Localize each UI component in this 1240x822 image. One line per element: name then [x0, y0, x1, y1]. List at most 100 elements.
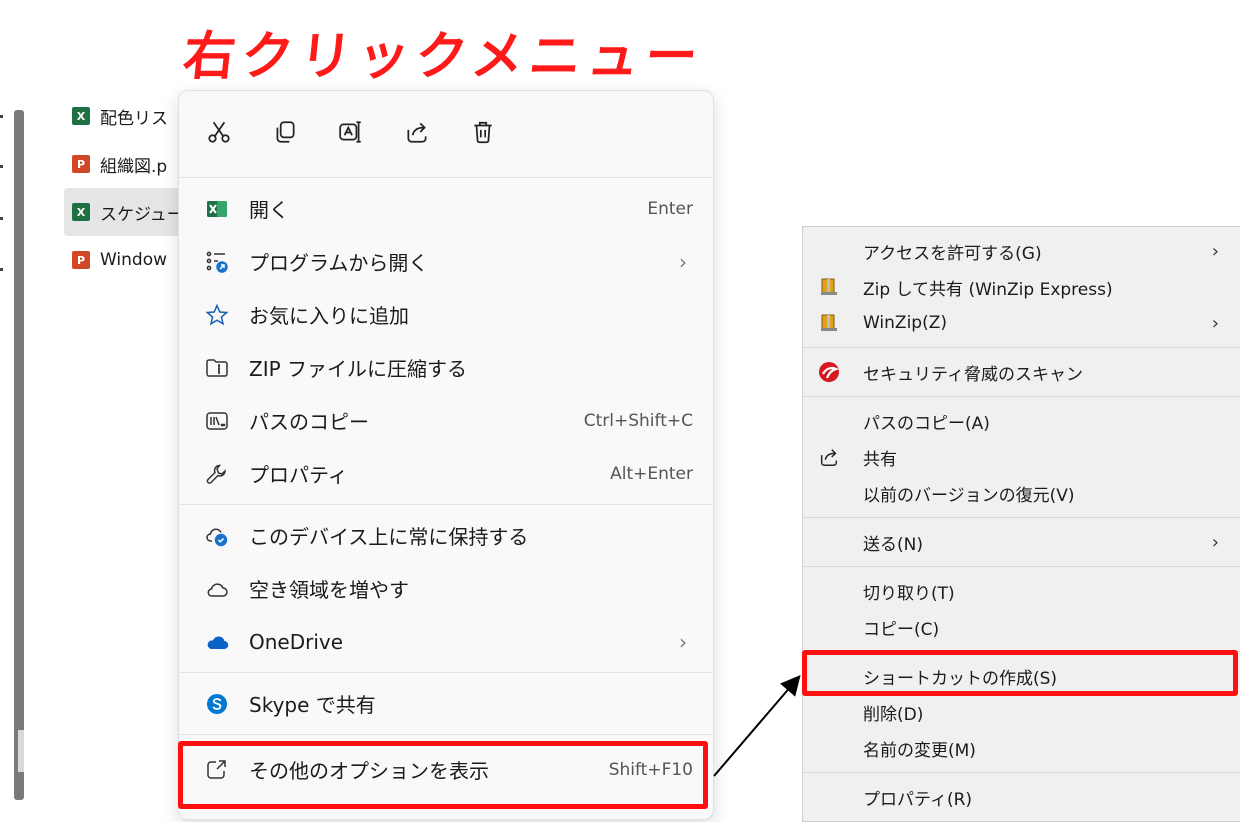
powerpoint-file-icon: P — [72, 251, 90, 269]
menu-item-free-space[interactable]: 空き領域を増やす — [179, 562, 713, 615]
excel-file-icon: X — [72, 203, 90, 221]
classic-item-send-to[interactable]: 送る(N) › — [803, 524, 1240, 560]
file-item-selected[interactable]: X スケジュー — [64, 188, 194, 236]
menu-item-label: 共有 — [863, 449, 897, 470]
menu-item-always-keep[interactable]: このデバイス上に常に保持する — [179, 509, 713, 562]
classic-item-cut[interactable]: 切り取り(T) — [803, 573, 1240, 609]
classic-item-copy[interactable]: コピー(C) — [803, 609, 1240, 645]
menu-item-compress-zip[interactable]: ZIP ファイルに圧縮する — [179, 341, 713, 394]
chevron-right-icon: › — [1211, 312, 1219, 334]
classic-item-share[interactable]: 共有 — [803, 439, 1240, 475]
chevron-right-icon: › — [679, 629, 687, 654]
share-icon — [407, 122, 427, 143]
open-with-icon — [203, 248, 231, 276]
menu-item-label: Zip して共有 (WinZip Express) — [863, 279, 1113, 300]
file-name: 配色リス — [100, 108, 168, 129]
classic-item-rename[interactable]: 名前の変更(M) — [803, 730, 1240, 766]
tree-chevron-icon — [0, 268, 3, 271]
menu-item-label: プログラムから開く — [249, 251, 429, 275]
excel-file-icon: X — [72, 107, 90, 125]
menu-item-label: ZIP ファイルに圧縮する — [249, 357, 468, 381]
shortcut-label: Alt+Enter — [610, 463, 693, 484]
menu-item-copy-path[interactable]: パスのコピー Ctrl+Shift+C — [179, 394, 713, 447]
copy-icon — [276, 121, 295, 143]
menu-item-label: 以前のバージョンの復元(V) — [863, 485, 1075, 506]
onedrive-icon — [203, 628, 231, 656]
menu-item-properties[interactable]: プロパティ Alt+Enter — [179, 447, 713, 500]
explorer-scrollbar[interactable] — [14, 110, 24, 800]
file-name: Window — [100, 250, 168, 270]
menu-item-label: アクセスを許可する(G) — [863, 243, 1042, 264]
file-item[interactable]: X 配色リス — [64, 92, 194, 140]
rename-button[interactable] — [333, 114, 369, 150]
shortcut-label: Ctrl+Shift+C — [583, 410, 693, 431]
menu-item-label: 切り取り(T) — [863, 583, 955, 604]
tree-chevron-icon — [0, 115, 3, 118]
chevron-right-icon: › — [1211, 531, 1219, 553]
menu-item-label: パスのコピー — [249, 410, 369, 434]
classic-item-restore-versions[interactable]: 以前のバージョンの復元(V) — [803, 475, 1240, 511]
share-button[interactable] — [399, 114, 435, 150]
powerpoint-file-icon: P — [72, 155, 90, 173]
classic-context-menu: アクセスを許可する(G) › Zip して共有 (WinZip Express)… — [802, 226, 1240, 822]
shortcut-label: Enter — [647, 198, 693, 219]
menu-item-label: WinZip(Z) — [863, 313, 948, 333]
trend-micro-icon — [817, 360, 841, 384]
menu-separator — [179, 672, 713, 673]
menu-item-label: Skype で共有 — [249, 693, 376, 717]
menu-item-label: このデバイス上に常に保持する — [249, 525, 529, 549]
classic-item-security-scan[interactable]: セキュリティ脅威のスキャン — [803, 354, 1240, 390]
cloud-keep-icon — [203, 522, 231, 550]
star-icon — [203, 301, 231, 329]
classic-item-give-access[interactable]: アクセスを許可する(G) › — [803, 233, 1240, 269]
delete-icon — [474, 121, 492, 144]
menu-separator — [803, 517, 1240, 518]
menu-item-onedrive[interactable]: OneDrive › — [179, 615, 713, 668]
menu-item-label: 削除(D) — [863, 704, 924, 725]
classic-item-properties[interactable]: プロパティ(R) — [803, 779, 1240, 815]
tree-chevron-icon — [0, 217, 3, 220]
file-item[interactable]: P 組織図.p — [64, 140, 194, 188]
menu-item-label: プロパティ — [249, 463, 348, 487]
menu-separator — [179, 734, 713, 735]
cloud-outline-icon — [203, 575, 231, 603]
classic-item-zip-share[interactable]: Zip して共有 (WinZip Express) — [803, 269, 1240, 305]
menu-item-label: 開く — [249, 198, 289, 222]
delete-button[interactable] — [465, 114, 501, 150]
menu-item-label: お気に入りに追加 — [249, 304, 409, 328]
menu-item-open-with[interactable]: プログラムから開く › — [179, 235, 713, 288]
file-name: スケジュー — [100, 204, 184, 225]
winzip-icon — [817, 311, 841, 335]
tree-chevron-icon — [0, 165, 3, 168]
file-name: 組織図.p — [100, 156, 168, 177]
menu-item-label: 名前の変更(M) — [863, 740, 976, 761]
scrollbar-thumb[interactable] — [18, 730, 24, 772]
menu-separator — [803, 772, 1240, 773]
cut-button[interactable] — [201, 114, 237, 150]
zip-folder-icon — [203, 354, 231, 382]
page-title: 右クリックメニュー — [180, 27, 707, 87]
classic-item-winzip[interactable]: WinZip(Z) › — [803, 305, 1240, 341]
winzip-icon — [817, 275, 841, 299]
menu-separator — [803, 396, 1240, 397]
quick-actions-bar — [179, 91, 713, 173]
menu-item-skype-share[interactable]: Skype で共有 — [179, 677, 713, 730]
menu-item-add-favorite[interactable]: お気に入りに追加 — [179, 288, 713, 341]
menu-item-label: パスのコピー(A) — [863, 413, 990, 434]
menu-item-label: 空き領域を増やす — [249, 578, 409, 602]
menu-item-label: プロパティ(R) — [863, 789, 973, 810]
menu-separator — [803, 566, 1240, 567]
classic-item-delete[interactable]: 削除(D) — [803, 694, 1240, 730]
classic-item-copy-path[interactable]: パスのコピー(A) — [803, 403, 1240, 439]
share-icon — [817, 445, 841, 469]
menu-item-open[interactable]: 開く Enter — [179, 182, 713, 235]
menu-item-label: 送る(N) — [863, 534, 923, 555]
arrow-line — [713, 674, 801, 777]
file-list: X 配色リス P 組織図.p X スケジュー P Window — [64, 92, 194, 284]
rename-icon — [339, 121, 361, 143]
menu-item-label: セキュリティ脅威のスキャン — [863, 364, 1083, 385]
file-item[interactable]: P Window — [64, 236, 194, 284]
excel-icon — [203, 195, 231, 223]
copy-button[interactable] — [267, 114, 303, 150]
highlight-box-more-options — [178, 741, 708, 809]
